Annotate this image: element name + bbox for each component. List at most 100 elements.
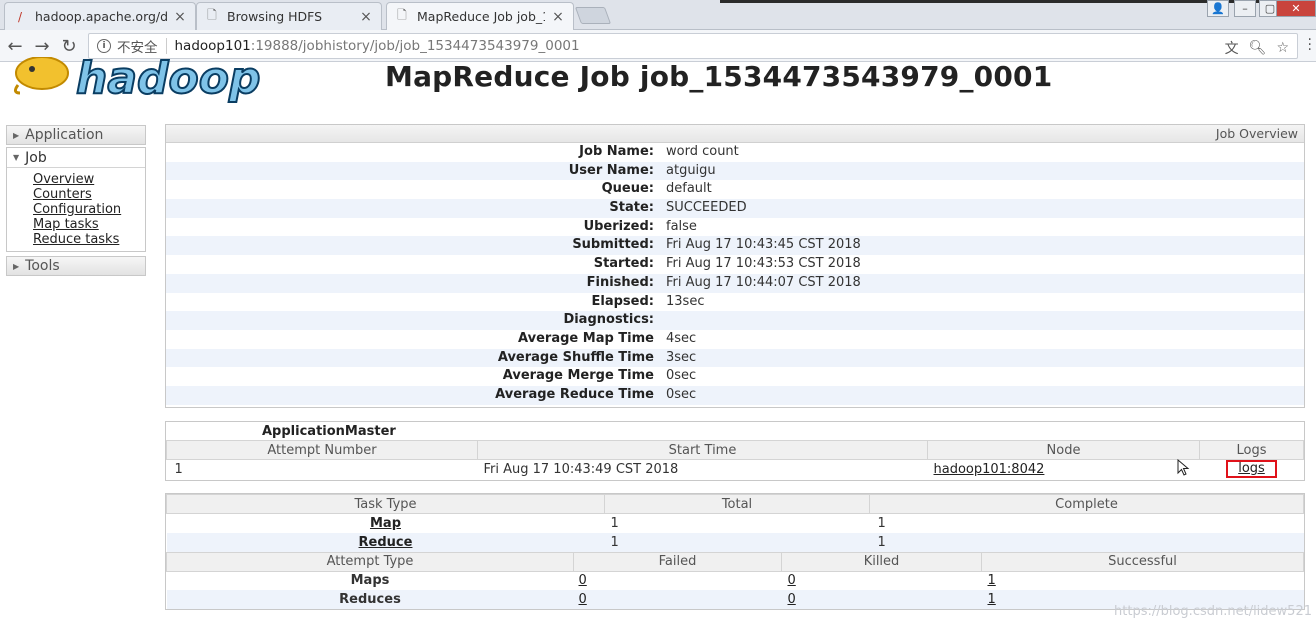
overview-row: Finished: Fri Aug 17 10:44:07 CST 2018 — [166, 273, 1304, 293]
sidebar-item-application[interactable]: ▶ Application — [6, 125, 146, 145]
map-link[interactable]: Map — [370, 516, 401, 531]
sidebar-item-label: Tools — [25, 258, 60, 274]
link-reduce-tasks[interactable]: Reduce tasks — [33, 232, 145, 247]
zoom-icon[interactable]: 🔍︎ — [1249, 40, 1267, 56]
overview-value: word count — [666, 144, 739, 159]
minimize-button[interactable]: – — [1234, 0, 1256, 17]
close-icon[interactable]: × — [173, 9, 187, 25]
overview-row: Uberized: false — [166, 218, 1304, 237]
tab-browsing-hdfs[interactable]: 🗋 Browsing HDFS × — [196, 2, 382, 30]
total-cell: 1 — [604, 532, 870, 552]
security-label[interactable]: 不安全 — [117, 36, 158, 56]
page: hadoop MapReduce Job job_1534473543979_0… — [0, 52, 1316, 631]
table-row: Reduce 1 1 — [166, 532, 1304, 552]
triangle-down-icon: ▼ — [13, 153, 20, 162]
overview-key: Finished: — [586, 274, 654, 290]
overview-key: Uberized: — [583, 218, 654, 234]
overview-row: State: SUCCEEDED — [166, 199, 1304, 218]
successful-reduces-link[interactable]: 1 — [988, 592, 996, 607]
start-time: Fri Aug 17 10:43:49 CST 2018 — [483, 461, 679, 477]
killed-reduces-link[interactable]: 0 — [788, 592, 796, 607]
overview-row: Elapsed: 13sec — [166, 293, 1304, 312]
overview-value: default — [666, 181, 712, 197]
job-links: Overview Counters Configuration Map task… — [7, 168, 145, 251]
tasks-panel: Task Type Total Complete Map 1 1 Reduce … — [165, 493, 1305, 610]
column-header[interactable]: Node — [927, 440, 1200, 460]
sidebar-item-label: Job — [25, 149, 47, 166]
sidebar-item-job[interactable]: ▼ Job — [7, 148, 145, 168]
reload-icon[interactable]: ↻ — [59, 36, 79, 57]
overview-value: 13sec — [666, 293, 705, 309]
watermark: https://blog.csdn.net/lidew521 — [1114, 604, 1312, 619]
overview-row: Average Merge Time 0sec — [166, 367, 1304, 386]
mouse-cursor-icon — [1177, 459, 1190, 476]
new-tab-button[interactable] — [574, 7, 612, 24]
column-header[interactable]: Logs — [1199, 440, 1304, 460]
node-link[interactable]: hadoop101:8042 — [934, 462, 1045, 477]
url-host[interactable]: hadoop101 — [175, 38, 251, 54]
overview-value: atguigu — [666, 162, 716, 178]
overview-key: Average Merge Time — [502, 368, 654, 384]
column-header[interactable]: Failed — [573, 551, 782, 572]
overview-value: 0sec — [666, 386, 697, 402]
sidebar-item-label: Application — [25, 127, 104, 143]
overview-key: Queue: — [601, 181, 654, 197]
application-master-panel: ApplicationMaster Attempt Number Start T… — [165, 421, 1305, 481]
column-header[interactable]: Start Time — [477, 440, 928, 460]
address-bar[interactable]: i 不安全 hadoop101 :19888/jobhistory/job/jo… — [88, 33, 1298, 59]
column-header[interactable]: Successful — [981, 551, 1304, 572]
tab-hadoop-apache[interactable]: / hadoop.apache.org/do × — [4, 2, 196, 30]
url-path[interactable]: :19888/jobhistory/job/job_1534473543979_… — [251, 38, 580, 54]
overview-value: SUCCEEDED — [666, 200, 747, 216]
link-counters[interactable]: Counters — [33, 187, 145, 202]
forward-icon[interactable]: → — [32, 36, 52, 57]
table-row: Maps 0 0 1 — [167, 571, 1304, 590]
overview-row: Average Map Time 4sec — [166, 330, 1304, 349]
close-icon[interactable]: × — [359, 9, 373, 25]
attempt-number: 1 — [174, 461, 183, 477]
link-configuration[interactable]: Configuration — [33, 202, 145, 217]
failed-reduces-link[interactable]: 0 — [579, 592, 587, 607]
svg-text:hadoop: hadoop — [76, 57, 260, 103]
overview-value: 3sec — [666, 349, 697, 365]
translate-icon[interactable]: ⽂ — [1225, 38, 1239, 58]
sidebar-item-tools[interactable]: ▶ Tools — [6, 256, 146, 276]
column-header[interactable]: Complete — [869, 494, 1304, 514]
page-icon: 🗋 — [397, 8, 407, 22]
page-icon: 🗋 — [207, 8, 217, 22]
attempt-type: Maps — [350, 573, 390, 589]
triangle-right-icon: ▶ — [13, 130, 20, 140]
tab-bar: / hadoop.apache.org/do × 🗋 Browsing HDFS… — [0, 0, 1316, 30]
failed-maps-link[interactable]: 0 — [579, 573, 587, 588]
column-header[interactable]: Attempt Number — [166, 440, 478, 460]
reduce-link[interactable]: Reduce — [359, 535, 413, 550]
link-overview[interactable]: Overview — [33, 172, 145, 187]
column-header[interactable]: Attempt Type — [166, 551, 574, 572]
attempt-type-table: Attempt Type Failed Killed Successful Ma… — [166, 551, 1304, 609]
bookmark-star-icon[interactable]: ☆ — [1276, 40, 1289, 56]
menu-icon[interactable]: · · · — [1308, 33, 1312, 57]
sidebar: ▶ Application ▼ Job Overview Counters Co… — [6, 125, 146, 276]
column-header[interactable]: Killed — [781, 551, 982, 572]
column-header[interactable]: Total — [604, 494, 870, 514]
attempt-type: Reduces — [166, 590, 574, 609]
divider — [165, 38, 167, 54]
user-icon[interactable]: 👤 — [1207, 0, 1229, 17]
tab-mapreduce-job[interactable]: 🗋 MapReduce Job job_15 × — [386, 2, 574, 30]
window-close-button[interactable]: ✕ — [1276, 0, 1316, 17]
triangle-right-icon: ▶ — [13, 261, 20, 271]
table-row: 1 Fri Aug 17 10:43:49 CST 2018 hadoop101… — [167, 460, 1304, 479]
successful-maps-link[interactable]: 1 — [988, 573, 996, 588]
tab-label: hadoop.apache.org/do — [35, 9, 167, 24]
link-map-tasks[interactable]: Map tasks — [33, 217, 145, 232]
info-icon[interactable]: i — [97, 39, 111, 53]
killed-maps-link[interactable]: 0 — [788, 573, 796, 588]
overview-key: Diagnostics: — [563, 312, 654, 328]
overview-value: false — [666, 218, 697, 234]
overview-value: Fri Aug 17 10:43:45 CST 2018 — [666, 237, 861, 253]
hadoop-logo: hadoop — [8, 52, 278, 105]
back-icon[interactable]: ← — [5, 36, 25, 57]
column-header[interactable]: Task Type — [166, 494, 605, 514]
close-icon[interactable]: × — [551, 9, 565, 25]
logs-link[interactable]: logs — [1238, 461, 1265, 476]
